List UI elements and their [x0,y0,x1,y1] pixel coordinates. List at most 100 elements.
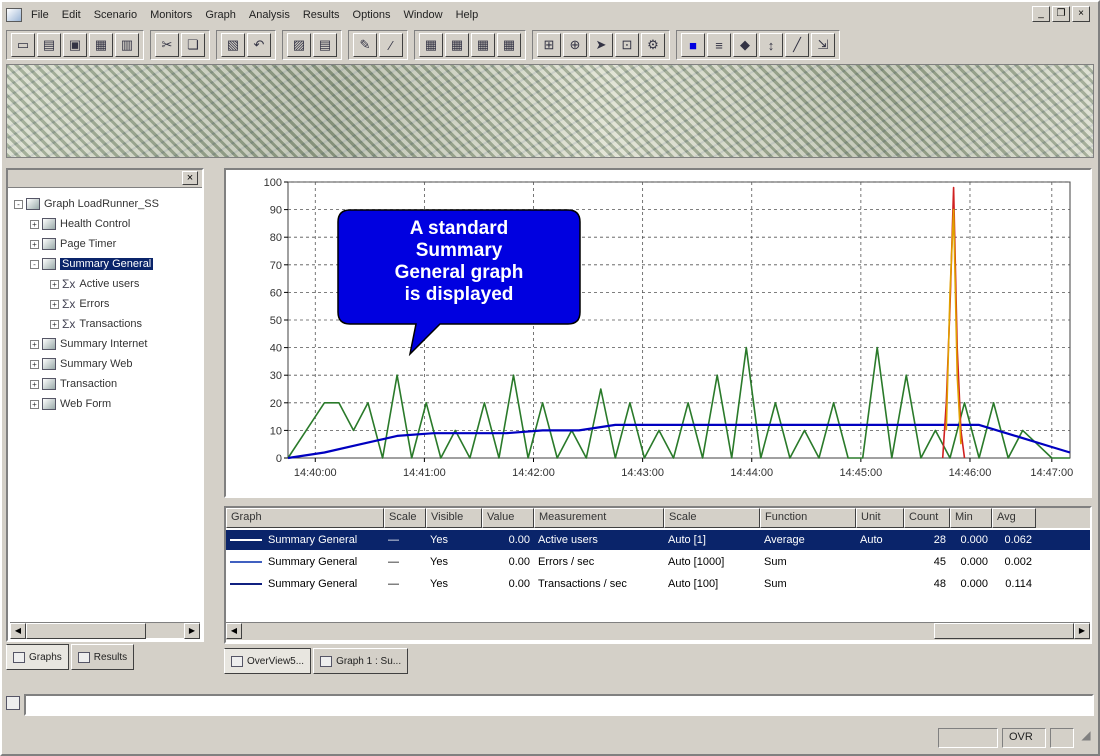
zoom-icon[interactable]: ⊡ [615,33,639,57]
arrow-icon[interactable]: ➤ [589,33,613,57]
layout3-icon[interactable]: ▦ [471,33,495,57]
paste-icon[interactable]: ▧ [221,33,245,57]
tab-graph-1[interactable]: Graph 1 : Su... [313,648,409,674]
new-icon[interactable]: ▭ [11,33,35,57]
column-header[interactable]: Count [904,508,950,528]
menu-file[interactable]: File [26,8,54,22]
column-header[interactable]: Avg [992,508,1036,528]
expand-toggle-icon[interactable]: + [30,219,39,229]
save-icon[interactable]: ▣ [63,33,87,57]
menu-help[interactable]: Help [451,8,484,22]
y-tick-label: 70 [270,260,282,272]
undo-icon[interactable]: ↶ [247,33,271,57]
column-header[interactable]: Visible [426,508,482,528]
expand-toggle-icon[interactable]: + [30,359,39,369]
layout2-icon[interactable]: ▦ [445,33,469,57]
output-textbox[interactable] [24,694,1094,716]
menu-graph[interactable]: Graph [200,8,241,22]
collapse-toggle-icon[interactable]: - [30,259,39,269]
chart-icon[interactable]: ╱ [785,33,809,57]
column-header[interactable]: Value [482,508,534,528]
cut-icon[interactable]: ✂ [155,33,179,57]
filter-icon[interactable]: ⊕ [563,33,587,57]
expand-toggle-icon[interactable]: + [30,339,39,349]
graph-icon[interactable]: ▨ [287,33,311,57]
scale-icon[interactable]: ↕ [759,33,783,57]
table-row[interactable]: Summary General — Yes 0.00 Errors / sec Auto … [226,552,1090,572]
graph-tabs: OverView5... Graph 1 : Su... [224,648,464,678]
minimize-button[interactable]: _ [1032,6,1050,22]
column-header[interactable]: Unit [856,508,904,528]
scroll-left-icon[interactable]: ◀ [10,623,26,639]
menu-results[interactable]: Results [298,8,345,22]
tree-item[interactable]: + Web Form [30,396,111,412]
column-header[interactable]: Graph [226,508,384,528]
tree-item[interactable]: + Summary Web [30,356,133,372]
settings-icon[interactable]: ⚙ [641,33,665,57]
tree-item[interactable]: + Summary Internet [30,336,147,352]
column-header[interactable]: Function [760,508,856,528]
tree-item-label: Health Control [60,218,131,230]
export-icon[interactable]: ⇲ [811,33,835,57]
tab-graphs-label: Graphs [29,651,62,663]
copy-icon[interactable]: ❏ [181,33,205,57]
menu-monitors[interactable]: Monitors [145,8,197,22]
tree-item[interactable]: + Transaction [30,376,117,392]
pencil-icon[interactable]: ∕ [379,33,403,57]
layout4-icon[interactable]: ▦ [497,33,521,57]
report-icon[interactable]: ▤ [313,33,337,57]
scroll-thumb[interactable] [26,623,146,639]
scroll-left-icon[interactable]: ◀ [226,623,242,639]
line-icon[interactable]: ≡ [707,33,731,57]
column-header[interactable]: Min [950,508,992,528]
close-button[interactable]: × [1072,6,1090,22]
marker-icon[interactable]: ◆ [733,33,757,57]
merge-icon[interactable]: ⊞ [537,33,561,57]
legend-horizontal-scrollbar[interactable]: ◀ ▶ [226,622,1090,640]
tree-horizontal-scrollbar[interactable]: ◀ ▶ [10,622,200,639]
column-header[interactable]: Scale [664,508,760,528]
collapse-toggle-icon[interactable]: - [14,199,23,209]
tree-item[interactable]: + Health Control [30,216,130,232]
expand-toggle-icon[interactable]: + [30,379,39,389]
expand-toggle-icon[interactable]: + [50,279,59,289]
color-icon[interactable]: ■ [681,33,705,57]
tree-item-label: Transactions [79,318,142,330]
tab-results[interactable]: Results [70,644,135,670]
y-tick-label: 100 [264,177,282,189]
close-icon[interactable]: × [182,171,198,185]
tab-graphs[interactable]: Graphs [6,644,69,670]
tree-item[interactable]: + Σx Active users [50,276,139,292]
menu-options[interactable]: Options [348,8,396,22]
column-header[interactable]: Scale [384,508,426,528]
scroll-right-icon[interactable]: ▶ [184,623,200,639]
menu-analysis[interactable]: Analysis [244,8,295,22]
tab-overview[interactable]: OverView5... [224,648,312,674]
callout-line: Summary [415,240,503,261]
scroll-right-icon[interactable]: ▶ [1074,623,1090,639]
properties-icon[interactable]: ▦ [89,33,113,57]
tree-item[interactable]: + Page Timer [30,236,116,252]
scroll-thumb[interactable] [934,623,1074,639]
tree-root[interactable]: - Graph LoadRunner_SS [14,196,159,212]
table-row[interactable]: Summary General — Yes 0.00 Transactions / se… [226,574,1090,594]
tree-item[interactable]: + Σx Errors [50,296,109,312]
expand-toggle-icon[interactable]: + [50,319,59,329]
tree-item[interactable]: + Σx Transactions [50,316,142,332]
restore-button[interactable]: ❐ [1052,6,1070,22]
menu-edit[interactable]: Edit [57,8,86,22]
menu-window[interactable]: Window [398,8,447,22]
table-row[interactable]: Summary General — Yes 0.00 Active users Auto … [226,530,1090,550]
column-header[interactable]: Measurement [534,508,664,528]
expand-toggle-icon[interactable]: + [30,239,39,249]
resize-grip-icon[interactable]: ◢ [1078,728,1094,748]
menu-scenario[interactable]: Scenario [89,8,142,22]
expand-toggle-icon[interactable]: + [30,399,39,409]
tree-item[interactable]: - Summary General [30,256,154,272]
table-cell-measurement: Active users [538,534,598,546]
layout1-icon[interactable]: ▦ [419,33,443,57]
edit-icon[interactable]: ✎ [353,33,377,57]
expand-toggle-icon[interactable]: + [50,299,59,309]
open-icon[interactable]: ▤ [37,33,61,57]
print-icon[interactable]: ▥ [115,33,139,57]
